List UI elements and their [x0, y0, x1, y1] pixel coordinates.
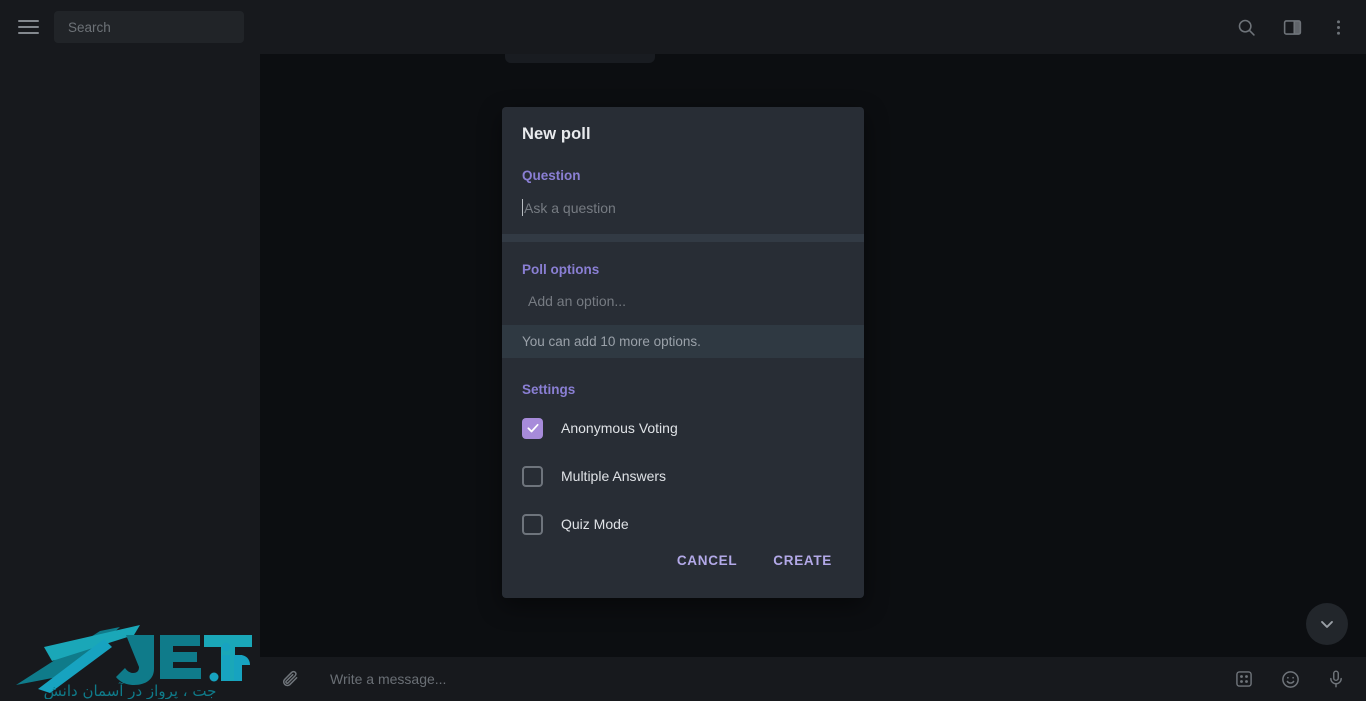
options-hint-bar: You can add 10 more options.: [502, 325, 864, 358]
hamburger-icon[interactable]: [14, 13, 42, 41]
text-caret: [522, 199, 523, 216]
section-divider: [502, 234, 864, 242]
setting-label: Quiz Mode: [561, 516, 629, 532]
poll-options-section: Poll options Add an option...: [502, 242, 864, 325]
message-bubble-partial: [505, 54, 655, 63]
create-button[interactable]: CREATE: [761, 545, 844, 576]
composer-actions: [1232, 667, 1348, 691]
poll-option-input[interactable]: Add an option...: [502, 293, 864, 325]
sidebar-toggle-icon[interactable]: [1280, 15, 1304, 39]
top-bar-left: Search: [0, 0, 260, 54]
cancel-button[interactable]: CANCEL: [665, 545, 749, 576]
question-input[interactable]: Ask a question: [502, 199, 864, 216]
checkbox-checked-icon[interactable]: [522, 417, 543, 439]
setting-label: Multiple Answers: [561, 468, 667, 484]
settings-section: Settings Anonymous Voting Multiple Answe…: [502, 358, 864, 545]
paperclip-icon[interactable]: [278, 667, 302, 691]
microphone-icon[interactable]: [1324, 667, 1348, 691]
poll-options-section-label: Poll options: [522, 262, 600, 277]
message-composer: Write a message...: [260, 657, 1366, 701]
question-section-label: Question: [522, 168, 581, 183]
top-bar: Search: [0, 0, 1366, 54]
setting-label: Anonymous Voting: [561, 420, 678, 436]
top-bar-actions: [1234, 0, 1350, 54]
dialog-title: New poll: [522, 125, 591, 143]
poll-option-placeholder: Add an option...: [528, 293, 627, 309]
new-poll-dialog: New poll Question Ask a question Poll op…: [502, 107, 864, 598]
question-placeholder: Ask a question: [524, 200, 616, 216]
setting-quiz-mode[interactable]: Quiz Mode: [502, 507, 864, 541]
message-input[interactable]: Write a message...: [330, 671, 1232, 687]
question-section: Question Ask a question: [502, 144, 864, 234]
scroll-to-bottom-button[interactable]: [1306, 603, 1348, 645]
dialog-actions: CANCEL CREATE: [502, 545, 864, 598]
setting-anonymous-voting[interactable]: Anonymous Voting: [502, 411, 864, 445]
search-icon[interactable]: [1234, 15, 1258, 39]
more-vertical-icon[interactable]: [1326, 15, 1350, 39]
search-placeholder: Search: [68, 19, 111, 35]
setting-multiple-answers[interactable]: Multiple Answers: [502, 459, 864, 493]
checkbox-unchecked-icon[interactable]: [522, 513, 543, 535]
message-placeholder: Write a message...: [330, 671, 447, 687]
apps-grid-icon[interactable]: [1232, 667, 1256, 691]
options-hint-text: You can add 10 more options.: [522, 334, 701, 349]
app-root: Search Write a message... جت ، پرواز در …: [0, 0, 1366, 701]
chat-list-sidebar[interactable]: [0, 54, 260, 701]
settings-section-label: Settings: [522, 382, 576, 397]
emoji-icon[interactable]: [1278, 667, 1302, 691]
checkbox-unchecked-icon[interactable]: [522, 465, 543, 487]
search-input[interactable]: Search: [54, 11, 244, 43]
